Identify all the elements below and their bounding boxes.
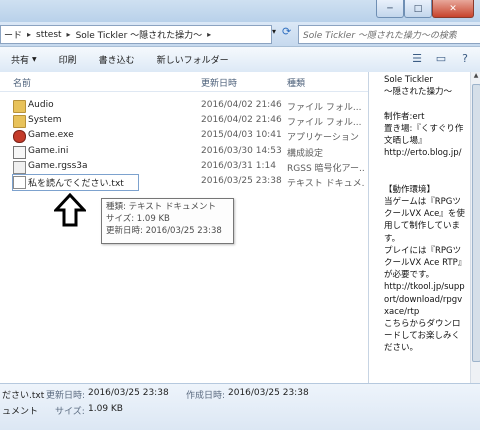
help-icon[interactable]: ?: [458, 52, 472, 66]
close-button[interactable]: ✕: [432, 0, 474, 18]
chevron-down-icon: ▼: [32, 56, 37, 63]
chevron-right-icon[interactable]: ▸: [65, 30, 73, 39]
breadcrumb-item[interactable]: ード: [1, 28, 25, 41]
share-button[interactable]: 共有 ▼: [0, 53, 48, 66]
exe-icon: [13, 130, 26, 143]
search-placeholder: Sole Tickler ～隠された操力～の検索: [303, 31, 457, 41]
details-size-label: サイズ:: [55, 407, 85, 417]
file-name: Audio: [28, 100, 54, 110]
file-modified: 2016/04/02 21:46: [201, 100, 282, 110]
preview-pane-icon[interactable]: ▭: [434, 52, 448, 66]
maximize-button[interactable]: □: [404, 0, 432, 18]
preview-pane: Sole Tickler ～隠された操力～ 制作者:ert 置き場:『くすぐり作…: [368, 72, 471, 383]
file-row[interactable]: Game.exe 2015/04/03 10:41 アプリケーション: [0, 128, 368, 144]
up-arrow-icon: [54, 193, 86, 227]
folder-icon: [13, 115, 26, 128]
address-row: ード ▸ sttest ▸ Sole Tickler ～隠された操力～ ▸ ▾ …: [0, 22, 480, 47]
print-button[interactable]: 印刷: [48, 53, 88, 66]
scroll-up-icon[interactable]: ▲: [471, 72, 480, 82]
file-name: Game.exe: [28, 130, 74, 140]
share-label: 共有: [11, 56, 30, 66]
burn-label: 書き込む: [98, 56, 135, 66]
column-header-type[interactable]: 種類: [287, 76, 305, 89]
file-tooltip: 種類: テキスト ドキュメント サイズ: 1.09 KB 更新日時: 2016/…: [101, 198, 234, 244]
file-row[interactable]: System 2016/04/02 21:46 ファイル フォル...: [0, 113, 368, 129]
preview-scrollbar[interactable]: ▲: [470, 72, 480, 383]
file-name: Game.rgss3a: [28, 161, 88, 171]
column-header-name[interactable]: 名前: [13, 76, 31, 89]
title-bar: ─ □ ✕: [0, 0, 480, 22]
details-modified-label: 更新日時:: [46, 391, 86, 401]
file-row[interactable]: Audio 2016/04/02 21:46 ファイル フォル...: [0, 98, 368, 114]
file-name: Game.ini: [28, 146, 69, 156]
chevron-right-icon[interactable]: ▸: [25, 30, 33, 39]
file-name: System: [28, 115, 62, 125]
tooltip-size: サイズ: 1.09 KB: [106, 214, 170, 224]
new-folder-button[interactable]: 新しいフォルダー: [146, 53, 240, 66]
tooltip-type: 種類: テキスト ドキュメント: [106, 202, 217, 212]
change-view-icon[interactable]: ☰: [410, 52, 424, 66]
file-type: アプリケーション: [287, 133, 359, 143]
address-dropdown-icon[interactable]: ▾: [272, 27, 282, 42]
file-type: ファイル フォル...: [287, 118, 362, 128]
file-name: 私を読んでください.txt: [28, 179, 124, 189]
file-type: テキスト ドキュメ...: [287, 179, 365, 189]
print-label: 印刷: [58, 56, 77, 66]
file-modified: 2016/03/31 1:14: [201, 161, 276, 171]
file-type: 構成設定: [287, 149, 324, 159]
toolbar-right-group: ☰ ▭ ?: [410, 52, 472, 66]
address-bar[interactable]: ード ▸ sttest ▸ Sole Tickler ～隠された操力～ ▸: [0, 25, 272, 44]
file-modified: 2016/04/02 21:46: [201, 115, 282, 125]
window-controls: ─ □ ✕: [376, 0, 474, 18]
folder-icon: [13, 100, 26, 113]
details-size-value: 1.09 KB: [88, 404, 123, 414]
file-row-selected[interactable]: 私を読んでください.txt 2016/03/25 23:38 テキスト ドキュメ…: [0, 174, 368, 191]
scrollbar-thumb[interactable]: [472, 84, 480, 362]
breadcrumb-item[interactable]: Sole Tickler ～隠された操力～: [73, 28, 206, 41]
file-type: ファイル フォル...: [287, 103, 362, 113]
search-input[interactable]: Sole Tickler ～隠された操力～の検索: [298, 25, 480, 44]
file-modified: 2015/04/03 10:41: [201, 130, 282, 140]
minimize-button[interactable]: ─: [376, 0, 404, 18]
details-pane: ださい.txt 更新日時: 2016/03/25 23:38 作成日時: 201…: [0, 383, 480, 430]
tooltip-modified: 更新日時: 2016/03/25 23:38: [106, 226, 222, 236]
chevron-right-icon[interactable]: ▸: [205, 30, 213, 39]
file-row[interactable]: Game.rgss3a 2016/03/31 1:14 RGSS 暗号化アー..…: [0, 159, 368, 175]
details-filename: ださい.txt: [2, 391, 45, 401]
command-bar: 共有 ▼ 印刷 書き込む 新しいフォルダー ☰ ▭ ?: [0, 47, 480, 73]
text-document-icon: [13, 176, 26, 189]
file-modified: 2016/03/30 14:53: [201, 146, 282, 156]
file-row[interactable]: Game.ini 2016/03/30 14:53 構成設定: [0, 144, 368, 160]
details-type: ュメント: [2, 407, 39, 417]
column-header-modified[interactable]: 更新日時: [201, 76, 237, 89]
file-type: RGSS 暗号化アー...: [287, 164, 365, 174]
breadcrumb-item[interactable]: sttest: [33, 30, 65, 40]
refresh-icon[interactable]: ⟳: [282, 25, 296, 42]
details-created-value: 2016/03/25 23:38: [228, 388, 309, 398]
ini-icon: [13, 146, 26, 159]
column-headers: 名前 更新日時 種類: [0, 72, 368, 92]
preview-text: Sole Tickler ～隠された操力～ 制作者:ert 置き場:『くすぐり作…: [384, 75, 467, 354]
rgss-icon: [13, 161, 26, 174]
new-folder-label: 新しいフォルダー: [156, 56, 229, 66]
file-modified: 2016/03/25 23:38: [201, 176, 282, 186]
details-modified-value: 2016/03/25 23:38: [88, 388, 169, 398]
burn-button[interactable]: 書き込む: [88, 53, 146, 66]
details-created-label: 作成日時:: [186, 391, 226, 401]
